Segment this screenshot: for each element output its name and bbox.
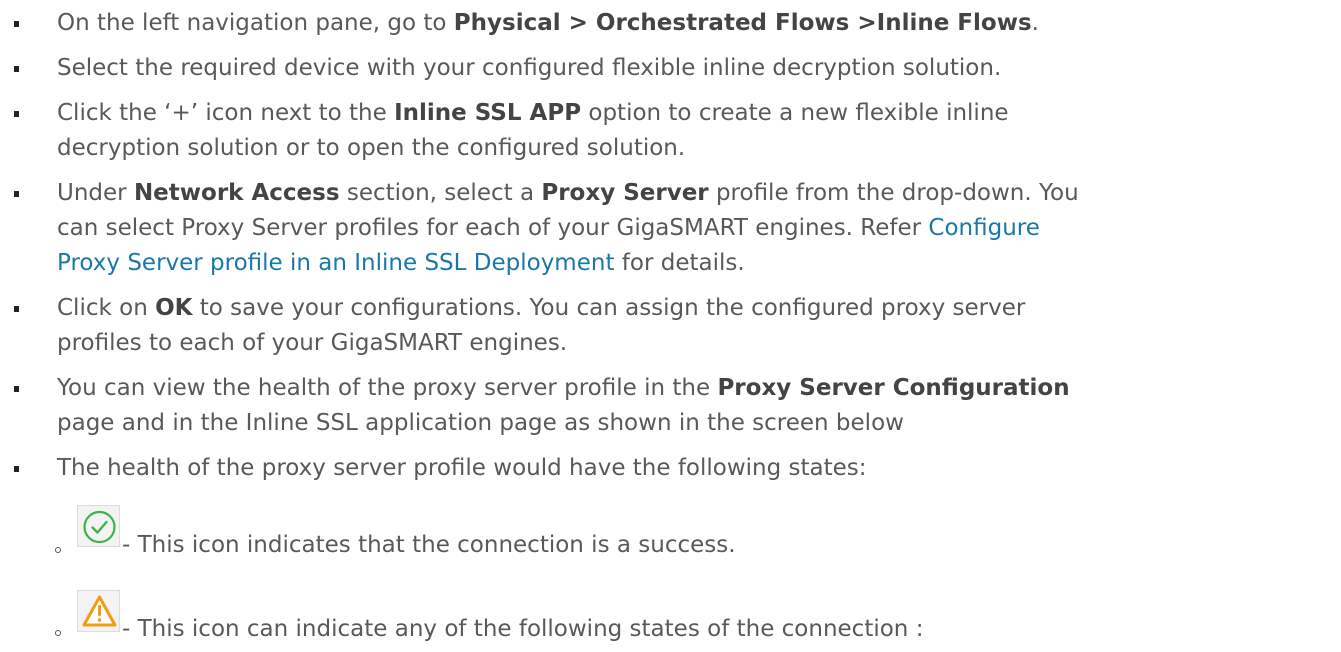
document-body: On the left navigation pane, go to Physi… <box>0 0 1341 652</box>
step-text: You can view the health of the proxy ser… <box>57 371 1333 405</box>
step-text-part: can select Proxy Server profiles for eac… <box>57 215 929 241</box>
step-text: On the left navigation pane, go to Physi… <box>57 6 1333 40</box>
state-success-text: - This icon indicates that the connectio… <box>122 532 736 558</box>
bullet-icon <box>14 386 19 392</box>
circle-bullet-icon <box>55 547 61 553</box>
success-check-icon <box>77 505 120 547</box>
step-text-line2: profiles to each of your GigaSMART engin… <box>57 330 568 356</box>
bullet-icon <box>14 21 19 27</box>
nav-path: Physical > Orchestrated Flows >Inline Fl… <box>453 10 1032 36</box>
state-warning-text: - This icon can indicate any of the foll… <box>122 616 924 642</box>
step-text-part: On the left navigation pane, go to <box>57 10 454 36</box>
bullet-icon <box>14 466 19 472</box>
step-text-part: Click the ‘+’ icon next to the <box>57 100 395 126</box>
step-text-part: option to create a new flexible inline <box>581 100 1009 126</box>
warning-triangle-icon <box>77 590 120 632</box>
step-text-line2: can select Proxy Server profiles for eac… <box>57 211 1333 245</box>
step-text-part: . <box>1031 10 1039 36</box>
inline-ssl-app-label: Inline SSL APP <box>394 100 582 126</box>
step-text: Select the required device with your con… <box>57 55 1002 81</box>
step-text-part: You can view the health of the proxy ser… <box>57 375 718 401</box>
success-check-icon-graphic <box>83 510 116 544</box>
step-text-line2: decryption solution or to open the confi… <box>57 135 686 161</box>
step-text-part: Click on <box>57 295 156 321</box>
step-text: Click the ‘+’ icon next to the Inline SS… <box>57 96 1333 130</box>
step-text-part: Under <box>57 180 134 206</box>
bullet-icon <box>14 191 19 197</box>
step-text-part: profile from the drop-down. You <box>708 180 1079 206</box>
bullet-icon <box>14 66 19 72</box>
bullet-icon <box>14 306 19 312</box>
step-text-line2: page and in the Inline SSL application p… <box>57 410 904 436</box>
configure-proxy-link[interactable]: Configure <box>928 215 1039 241</box>
step-text-line3: Proxy Server profile in an Inline SSL De… <box>57 246 1333 280</box>
step-text-part: section, select a <box>339 180 542 206</box>
step-text-part: for details. <box>614 250 745 276</box>
proxy-server-configuration-label: Proxy Server Configuration <box>717 375 1070 401</box>
ok-label: OK <box>155 295 193 321</box>
proxy-server-label: Proxy Server <box>541 180 709 206</box>
step-text-part: to save your configurations. You can ass… <box>192 295 1026 321</box>
configure-proxy-link[interactable]: Proxy Server profile in an Inline SSL De… <box>57 250 614 276</box>
bullet-icon <box>14 111 19 117</box>
step-text: Under Network Access section, select a P… <box>57 176 1333 210</box>
step-text: The health of the proxy server profile w… <box>57 455 867 481</box>
step-text: Click on OK to save your configurations.… <box>57 291 1333 325</box>
circle-bullet-icon <box>55 630 61 636</box>
warning-triangle-icon-graphic <box>82 595 117 627</box>
network-access-label: Network Access <box>133 180 340 206</box>
